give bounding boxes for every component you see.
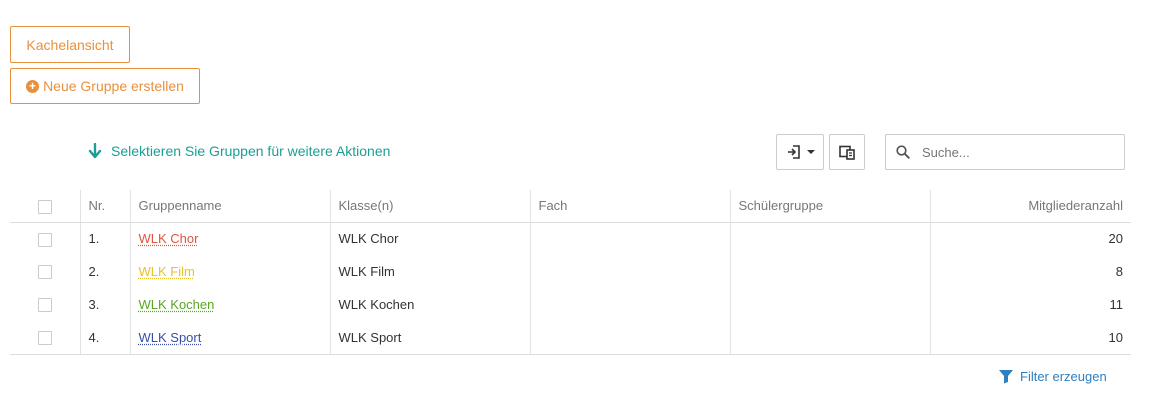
row-member-count: 10	[929, 321, 1131, 355]
arrow-down-icon	[88, 143, 102, 159]
export-device-icon	[838, 145, 855, 160]
search-field[interactable]	[885, 134, 1125, 170]
search-input[interactable]	[920, 143, 1114, 161]
row-member-count: 11	[929, 288, 1131, 321]
select-all-cell	[10, 190, 80, 223]
group-name-link[interactable]: WLK Chor	[139, 231, 199, 246]
row-nr: 2.	[79, 255, 130, 288]
group-name-link[interactable]: WLK Film	[139, 264, 195, 279]
row-subject	[529, 222, 730, 255]
row-nr: 3.	[79, 288, 130, 321]
row-checkbox[interactable]	[37, 232, 52, 247]
plus-circle-icon: +	[26, 79, 40, 93]
tile-view-button[interactable]: Kachelansicht	[10, 26, 130, 63]
row-subject	[529, 255, 730, 288]
row-pupil-group	[729, 321, 930, 355]
row-nr: 4.	[79, 321, 130, 355]
select-all-checkbox[interactable]	[37, 199, 52, 214]
row-classes: WLK Sport	[329, 321, 530, 355]
create-filter-label: Filter erzeugen	[1020, 369, 1107, 384]
group-name-cell: WLK Film	[129, 255, 330, 288]
table-row[interactable]: 4. WLK Sport WLK Sport 10	[10, 321, 1131, 355]
chevron-down-icon	[806, 150, 815, 154]
select-hint: Selektieren Sie Gruppen für weitere Akti…	[88, 143, 390, 159]
row-pupil-group	[729, 288, 930, 321]
row-checkbox[interactable]	[37, 265, 52, 280]
row-checkbox[interactable]	[37, 331, 52, 346]
header-nr[interactable]: Nr.	[79, 190, 130, 223]
group-name-cell: WLK Kochen	[129, 288, 330, 321]
table-row[interactable]: 1. WLK Chor WLK Chor 20	[10, 222, 1131, 255]
row-select-cell	[10, 222, 80, 255]
row-nr: 1.	[79, 222, 130, 255]
row-classes: WLK Kochen	[329, 288, 530, 321]
row-select-cell	[10, 321, 80, 355]
table-row[interactable]: 3. WLK Kochen WLK Kochen 11	[10, 288, 1131, 321]
group-name-cell: WLK Chor	[129, 222, 330, 255]
row-member-count: 8	[929, 255, 1131, 288]
group-name-link[interactable]: WLK Kochen	[139, 297, 215, 312]
tile-view-label: Kachelansicht	[26, 36, 114, 53]
sign-in-icon	[787, 145, 800, 159]
select-hint-text: Selektieren Sie Gruppen für weitere Akti…	[111, 143, 391, 159]
row-subject	[529, 321, 730, 355]
table-header-row: Nr. Gruppenname Klasse(n) Fach Schülergr…	[10, 190, 1131, 223]
create-filter-link[interactable]: Filter erzeugen	[998, 369, 1107, 384]
row-select-cell	[10, 288, 80, 321]
import-dropdown-button[interactable]	[776, 134, 824, 170]
export-button[interactable]	[829, 134, 865, 170]
filter-icon	[999, 370, 1013, 384]
search-icon	[886, 145, 920, 159]
row-checkbox[interactable]	[37, 298, 52, 313]
header-member-count[interactable]: Mitgliederanzahl	[929, 190, 1131, 223]
group-list-page: Kachelansicht + Neue Gruppe erstellen Se…	[0, 0, 1160, 404]
row-pupil-group	[729, 255, 930, 288]
create-group-label: Neue Gruppe erstellen	[43, 78, 184, 94]
row-member-count: 20	[929, 222, 1131, 255]
header-group-name[interactable]: Gruppenname	[129, 190, 330, 223]
header-classes[interactable]: Klasse(n)	[329, 190, 530, 223]
group-name-link[interactable]: WLK Sport	[139, 330, 202, 345]
row-subject	[529, 288, 730, 321]
row-select-cell	[10, 255, 80, 288]
header-pupil-group[interactable]: Schülergruppe	[729, 190, 930, 223]
header-subject[interactable]: Fach	[529, 190, 730, 223]
row-pupil-group	[729, 222, 930, 255]
row-classes: WLK Chor	[329, 222, 530, 255]
create-group-button[interactable]: + Neue Gruppe erstellen	[10, 68, 200, 104]
table-row[interactable]: 2. WLK Film WLK Film 8	[10, 255, 1131, 288]
row-classes: WLK Film	[329, 255, 530, 288]
groups-table: Nr. Gruppenname Klasse(n) Fach Schülergr…	[10, 190, 1131, 355]
group-name-cell: WLK Sport	[129, 321, 330, 355]
